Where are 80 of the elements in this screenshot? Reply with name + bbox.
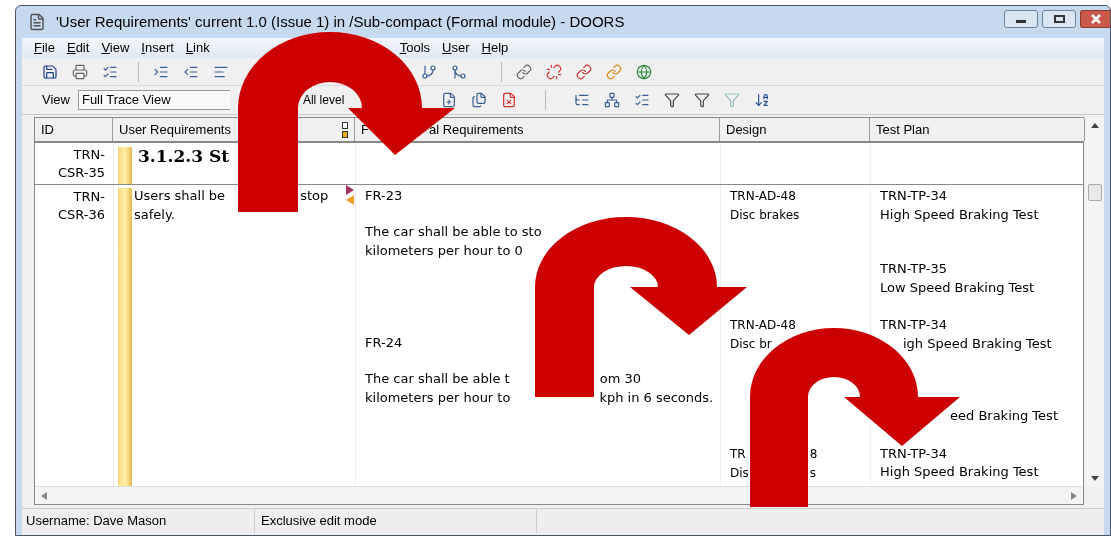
outline-icon[interactable] xyxy=(574,92,591,108)
design-id: TR xyxy=(730,446,746,463)
outgoing-link-icon[interactable] xyxy=(345,185,355,195)
menu-item[interactable]: Insert xyxy=(135,38,180,58)
design-name: Disc brakes xyxy=(730,206,800,224)
filter-icon[interactable] xyxy=(664,92,681,108)
globe-icon[interactable] xyxy=(636,63,652,80)
levels-dropdown[interactable]: All level xyxy=(302,91,345,109)
section-heading: 3.1.2.3 St xyxy=(138,147,230,167)
design-name: Disc br xyxy=(730,335,772,353)
design-name: Dis xyxy=(730,464,749,482)
view-dropdown[interactable]: Full Trace View xyxy=(77,90,230,110)
delete-object-icon[interactable] xyxy=(501,92,518,108)
requirement-text: The car shall be able t xyxy=(365,370,510,388)
link-icon[interactable] xyxy=(516,63,532,80)
requirement-text: om 30 xyxy=(599,370,641,388)
copy-object-icon[interactable] xyxy=(471,92,488,108)
requirement-text: kph in 6 seconds. xyxy=(599,388,714,407)
requirement-text: kilometers per hour to xyxy=(365,388,511,407)
menu-item[interactable]: Link xyxy=(179,38,216,58)
scroll-up-icon[interactable] xyxy=(1091,123,1099,128)
test-id: TRN-TP-34 xyxy=(880,316,947,334)
requirement-text: The car shall be able to sto xyxy=(365,223,542,241)
test-name: igh Speed Braking Test xyxy=(903,334,1052,353)
requirement-id: FR-24 xyxy=(365,334,404,352)
test-name: High Speed Braking Test xyxy=(880,463,1039,481)
test-name: Low Speed Braking Test xyxy=(880,278,1035,297)
column-header[interactable]: Test Plan xyxy=(870,118,1085,141)
object-id: TRN-CSR-36 xyxy=(56,188,105,224)
print-icon[interactable] xyxy=(72,63,88,80)
requirement-text: Users shall be xyxy=(134,187,226,205)
horizontal-scrollbar[interactable] xyxy=(35,486,1083,504)
menu-item[interactable]: Help xyxy=(475,38,515,58)
link-out-icon[interactable] xyxy=(576,63,592,80)
hierarchy-up-icon[interactable] xyxy=(421,63,437,80)
save-icon[interactable] xyxy=(42,63,58,80)
scroll-thumb[interactable] xyxy=(1088,183,1102,201)
column-header[interactable]: ID xyxy=(35,118,113,141)
requirement-text: stop xyxy=(300,187,329,205)
menu-item[interactable]: Edit xyxy=(60,38,96,58)
object-id: TRN-CSR-35 xyxy=(56,146,105,182)
design-id: TRN-AD-48 xyxy=(730,317,796,334)
close-button[interactable] xyxy=(1080,10,1110,28)
requirement-text: safely. xyxy=(134,205,175,224)
sort-icon[interactable] xyxy=(754,92,771,108)
minimize-button[interactable] xyxy=(1004,10,1038,28)
menu-item[interactable]: File xyxy=(28,38,61,58)
list-icon[interactable] xyxy=(634,92,651,108)
new-object-icon[interactable] xyxy=(441,92,458,108)
scroll-left-icon[interactable] xyxy=(41,491,47,500)
test-id: TRN-TP-34 xyxy=(880,187,947,205)
vertical-scrollbar[interactable] xyxy=(1086,117,1104,487)
column-options-icon[interactable] xyxy=(342,122,348,138)
column-header[interactable]: Design xyxy=(720,118,870,141)
filter-options-icon[interactable] xyxy=(694,92,711,108)
test-name: eed Braking Test xyxy=(950,407,1058,425)
hierarchy-down-icon[interactable] xyxy=(451,63,467,80)
test-id: TRN-TP-35 xyxy=(880,260,947,278)
requirement-text: kilometers per hour to 0 xyxy=(365,241,523,260)
design-name: s xyxy=(809,464,817,482)
requirement-id: FR-23 xyxy=(365,187,404,205)
window-title: 'User Requirements' current 1.0 (Issue 1) in /Sub-compact (Formal module) - DOORS xyxy=(56,11,625,32)
scroll-right-icon[interactable] xyxy=(1071,491,1077,500)
unlink-icon[interactable] xyxy=(546,63,562,80)
close-icon xyxy=(1090,14,1101,24)
menu-item[interactable]: View xyxy=(95,38,136,58)
design-id: 8 xyxy=(809,446,818,463)
menu-item[interactable]: Tools xyxy=(393,38,437,58)
tree-icon[interactable] xyxy=(604,92,621,108)
document-icon xyxy=(28,13,46,31)
scroll-down-icon[interactable] xyxy=(1091,476,1099,481)
test-name: High Speed Braking Test xyxy=(880,205,1039,224)
maximize-button[interactable] xyxy=(1042,10,1076,28)
design-id: TRN-AD-48 xyxy=(730,188,796,205)
menu-item[interactable]: User xyxy=(436,38,476,58)
level-bar xyxy=(118,147,132,184)
status-text: Username: Dave Mason xyxy=(22,509,255,533)
test-id: TRN-TP-34 xyxy=(880,444,947,463)
status-text: Exclusive edit mode xyxy=(255,509,537,533)
view-label: View xyxy=(42,91,70,110)
